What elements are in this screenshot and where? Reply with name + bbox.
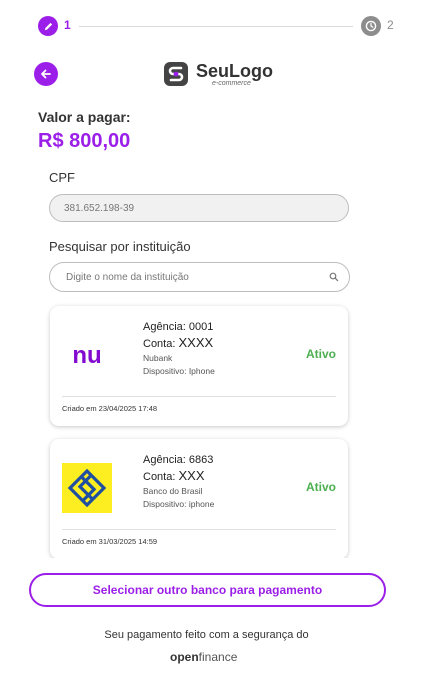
logo-subtitle: e-commerce [212, 79, 251, 87]
banco-do-brasil-logo-icon [62, 463, 112, 513]
account-card-banco-do-brasil[interactable]: Agência: 6863 Conta: XXX Banco do Brasil… [50, 439, 348, 558]
conta-value: XXX [178, 468, 205, 483]
card-divider [62, 396, 336, 397]
agencia-text: Agência: 6863 [143, 454, 214, 466]
amount-value: R$ 800,00 [38, 130, 131, 152]
openfinance-finance-text: finance [198, 650, 238, 664]
arrow-left-icon [41, 69, 51, 79]
created-date: Criado em 23/04/2025 17:48 [62, 404, 158, 413]
card-divider [62, 529, 336, 530]
device-text: Dispositivo: iphone [143, 499, 215, 509]
status-badge: Ativo [306, 347, 336, 361]
step-connector [79, 26, 353, 27]
search-icon[interactable] [329, 272, 339, 282]
cpf-label: CPF [49, 170, 75, 185]
bank-name: Nubank [143, 353, 173, 363]
step-1-indicator [38, 16, 58, 36]
pencil-icon [44, 22, 52, 30]
select-other-bank-button[interactable]: Selecionar outro banco para pagamento [29, 573, 386, 607]
amount-label: Valor a pagar: [38, 109, 131, 125]
svg-text:nu: nu [72, 342, 101, 369]
cpf-field: 381.652.198-39 [49, 194, 349, 222]
account-info: Agência: 6863 Conta: XXX Banco do Brasil… [143, 452, 214, 511]
openfinance-open-text: open [170, 650, 199, 664]
clock-icon [365, 20, 377, 32]
device-text: Dispositivo: Iphone [143, 366, 215, 376]
stepper: 1 2 [38, 16, 398, 38]
account-list: nu Agência: 0001 Conta: XXXX Nubank Disp… [44, 300, 356, 558]
conta-value: XXXX [178, 335, 214, 350]
search-label: Pesquisar por instituição [49, 239, 191, 254]
brand-logo: SeuLogo e-commerce [163, 59, 273, 89]
search-input[interactable] [64, 270, 318, 284]
account-info: Agência: 0001 Conta: XXXX Nubank Disposi… [143, 319, 215, 378]
nubank-logo-icon: nu [72, 342, 101, 369]
created-date: Criado em 31/03/2025 14:59 [62, 537, 158, 546]
logo-name: SeuLogo [196, 60, 273, 81]
step-2-indicator [361, 16, 381, 36]
openfinance-logo: open finance [170, 648, 237, 666]
bank-name: Banco do Brasil [143, 486, 203, 496]
cpf-value: 381.652.198-39 [64, 202, 135, 214]
back-button[interactable] [34, 62, 58, 86]
status-badge: Ativo [306, 480, 336, 494]
conta-label: Conta: [143, 471, 176, 483]
agencia-text: Agência: 0001 [143, 321, 214, 333]
account-card-nubank[interactable]: nu Agência: 0001 Conta: XXXX Nubank Disp… [50, 306, 348, 426]
payment-page: 1 2 SeuLogo e-commerce Valor a pagar: R$… [0, 0, 440, 681]
search-box [49, 262, 350, 292]
security-footer-text: Seu pagamento feito com a segurança do [104, 629, 309, 641]
conta-label: Conta: [143, 338, 176, 350]
logo-mark-icon [164, 62, 188, 86]
step-1-number: 1 [64, 18, 71, 32]
step-2-number: 2 [387, 18, 394, 32]
